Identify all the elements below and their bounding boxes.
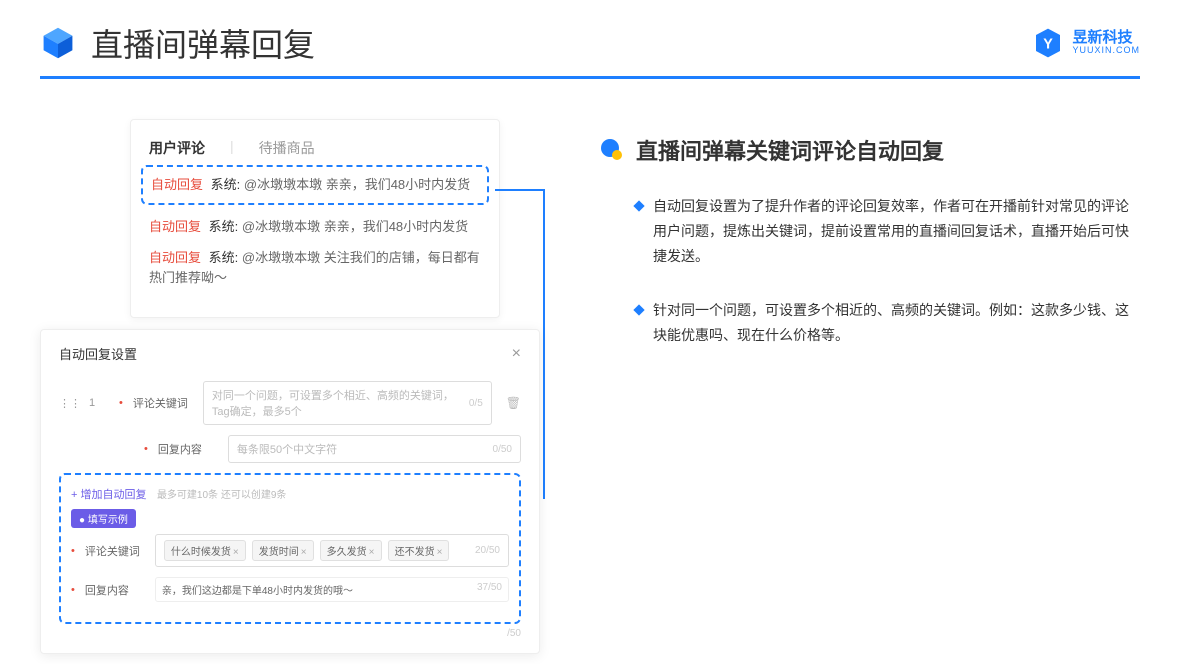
trailing-counter: /50 (59, 628, 521, 639)
required-dot: • (119, 397, 123, 409)
required-dot: • (71, 584, 75, 596)
description-panel: 直播间弹幕关键词评论自动回复 自动回复设置为了提升作者的评论回复效率，作者可在开… (600, 119, 1140, 376)
bullet-item: 针对同一个问题，可设置多个相近的、高频的关键词。例如：这款多少钱、这块能优惠吗、… (600, 298, 1140, 348)
comment-text: @冰墩墩本墩 亲亲，我们48小时内发货 (244, 177, 470, 192)
brand-logo-icon: Y (1032, 27, 1064, 59)
comment-text: @冰墩墩本墩 亲亲，我们48小时内发货 (242, 219, 468, 234)
page-header: 直播间弹幕回复 Y 昱新科技 YUUXIN.COM (0, 0, 1180, 76)
tag-item: 什么时候发货× (164, 540, 246, 561)
tab-pending-goods[interactable]: 待播商品 (259, 138, 315, 158)
content-input[interactable]: 每条限50个中文字符 0/50 (228, 435, 521, 463)
example-content-counter: 37/50 (477, 582, 502, 597)
drag-handle-icon[interactable]: ⋮⋮ (59, 397, 79, 410)
bullet-item: 自动回复设置为了提升作者的评论回复效率，作者可在开播前针对常见的评论用户问题，提… (600, 194, 1140, 270)
tag-item: 发货时间× (252, 540, 314, 561)
row-number: 1 (89, 397, 109, 409)
tag-item: 多久发货× (320, 540, 382, 561)
auto-reply-tag: 自动回复 (149, 219, 201, 234)
tag-close-icon[interactable]: × (233, 547, 239, 558)
example-content-label: 回复内容 (85, 582, 145, 598)
tab-user-comments[interactable]: 用户评论 (149, 138, 205, 158)
example-content-input[interactable]: 亲，我们这边都是下单48小时内发货的哦～ 37/50 (155, 577, 509, 602)
add-hint: 最多可建10条 还可以创建9条 (157, 490, 286, 501)
comment-highlighted: 自动回复 系统: @冰墩墩本墩 亲亲，我们48小时内发货 (141, 165, 489, 205)
example-section: + 增加自动回复 最多可建10条 还可以创建9条 ● 填写示例 • 评论关键词 … (59, 473, 521, 624)
add-auto-reply-link[interactable]: + 增加自动回复 (71, 489, 146, 501)
screenshot-panel: 用户评论 | 待播商品 自动回复 系统: @冰墩墩本墩 亲亲，我们48小时内发货… (40, 119, 540, 376)
settings-title: 自动回复设置 (59, 344, 137, 363)
keyword-counter: 0/5 (469, 398, 483, 409)
close-icon[interactable]: × (512, 345, 521, 363)
tag-close-icon[interactable]: × (369, 547, 375, 558)
page-title: 直播间弹幕回复 (91, 20, 315, 66)
system-tag: 系统: (209, 250, 239, 265)
bullet-text: 自动回复设置为了提升作者的评论回复效率，作者可在开播前针对常见的评论用户问题，提… (653, 194, 1140, 270)
example-badge: ● 填写示例 (71, 509, 136, 528)
brand-url: YUUXIN.COM (1072, 46, 1140, 56)
diamond-icon (633, 200, 644, 211)
tag-close-icon[interactable]: × (437, 547, 443, 558)
comments-card: 用户评论 | 待播商品 自动回复 系统: @冰墩墩本墩 亲亲，我们48小时内发货… (130, 119, 500, 318)
section-title: 直播间弹幕关键词评论自动回复 (636, 134, 944, 166)
tag-close-icon[interactable]: × (301, 547, 307, 558)
brand: Y 昱新科技 YUUXIN.COM (1032, 27, 1140, 59)
example-kw-counter: 20/50 (475, 545, 500, 556)
cube-icon (40, 25, 76, 61)
content-label: 回复内容 (158, 441, 218, 457)
content-counter: 0/50 (493, 444, 512, 455)
example-keyword-label: 评论关键词 (85, 543, 145, 559)
auto-reply-tag: 自动回复 (151, 177, 203, 192)
brand-name: 昱新科技 (1072, 30, 1140, 47)
keyword-label: 评论关键词 (133, 395, 193, 411)
trash-icon[interactable]: 🗑 (506, 396, 521, 410)
comment-item: 自动回复 系统: @冰墩墩本墩 亲亲，我们48小时内发货 (149, 217, 481, 237)
tag-item: 还不发货× (388, 540, 450, 561)
input-placeholder: 对同一个问题，可设置多个相近、高频的关键词，Tag确定，最多5个 (212, 387, 469, 419)
settings-card: 自动回复设置 × ⋮⋮ 1 • 评论关键词 对同一个问题，可设置多个相近、高频的… (40, 329, 540, 654)
example-content-text: 亲，我们这边都是下单48小时内发货的哦～ (162, 582, 353, 597)
example-keyword-input[interactable]: 什么时候发货× 发货时间× 多久发货× 还不发货× 20/50 (155, 534, 509, 567)
tab-separator: | (230, 138, 234, 158)
required-dot: • (71, 545, 75, 557)
keyword-input[interactable]: 对同一个问题，可设置多个相近、高频的关键词，Tag确定，最多5个 0/5 (203, 381, 492, 425)
system-tag: 系统: (211, 177, 241, 192)
svg-text:Y: Y (1044, 37, 1054, 53)
auto-reply-tag: 自动回复 (149, 250, 201, 265)
diamond-icon (633, 304, 644, 315)
input-placeholder: 每条限50个中文字符 (237, 441, 337, 457)
required-dot: • (144, 443, 148, 455)
bullet-text: 针对同一个问题，可设置多个相近的、高频的关键词。例如：这款多少钱、这块能优惠吗、… (653, 298, 1140, 348)
section-bullet-icon (600, 138, 624, 162)
comment-item: 自动回复 系统: @冰墩墩本墩 关注我们的店铺，每日都有热门推荐呦～ (149, 248, 481, 287)
system-tag: 系统: (209, 219, 239, 234)
